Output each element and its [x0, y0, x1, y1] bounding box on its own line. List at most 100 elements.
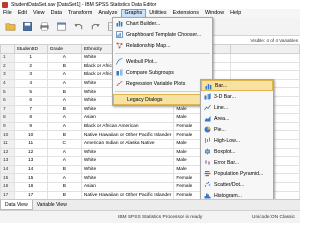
cell-ethnicity[interactable]: Asian [80, 181, 175, 192]
cell-studentid[interactable]: 9 [13, 121, 48, 132]
menu-item-chart-builder[interactable]: Chart Builder... [113, 18, 212, 29]
cell-grade[interactable]: B [46, 104, 82, 115]
cell-studentid[interactable]: 16 [13, 181, 48, 192]
menu-item-compare-subgroups[interactable]: Compare Subgroups [113, 67, 212, 78]
row-number[interactable]: 6 [0, 95, 15, 106]
row-number[interactable]: 15 [0, 173, 15, 183]
menu-data[interactable]: Data [48, 9, 65, 18]
menu-help[interactable]: Help [227, 9, 244, 18]
menu-item-relationship-map[interactable]: Relationship Map... [113, 40, 212, 51]
cell-grade[interactable]: B [46, 164, 82, 175]
cell-empty[interactable] [229, 53, 301, 63]
menu-item-weibull-plot[interactable]: Weibull Plot... [113, 56, 212, 67]
save-icon[interactable] [21, 21, 34, 33]
cell-grade[interactable]: A [46, 78, 82, 89]
row-number[interactable]: 13 [0, 156, 15, 166]
menu-edit[interactable]: Edit [15, 9, 30, 18]
row-number[interactable]: 11 [0, 138, 15, 149]
menu-item-legacy-dialogs[interactable]: Legacy Dialogs ▶ [113, 94, 212, 105]
cell-studentid[interactable]: 7 [13, 104, 48, 115]
cell-ethnicity[interactable]: Asian [80, 113, 175, 123]
regression-plot-icon [116, 80, 123, 87]
row-number[interactable]: 9 [0, 121, 15, 132]
cell-studentid[interactable]: 3 [13, 70, 48, 80]
menu-item-boxplot[interactable]: Boxplot... [201, 146, 273, 157]
cell-ethnicity[interactable]: White [80, 173, 175, 183]
menu-item-pie[interactable]: Pie... [201, 124, 273, 135]
cell-studentid[interactable]: 11 [13, 138, 48, 149]
row-number[interactable]: 12 [0, 147, 15, 158]
cell-grade[interactable]: A [46, 156, 82, 166]
menu-item-graphboard[interactable]: Graphboard Template Chooser... [113, 29, 212, 40]
menu-item-3d-bar[interactable]: 3-D Bar... [201, 91, 273, 102]
pie-chart-icon [204, 126, 211, 133]
row-number[interactable]: 10 [0, 130, 15, 140]
row-number[interactable]: 2 [0, 61, 15, 72]
row-number[interactable]: 3 [0, 70, 15, 80]
cell-studentid[interactable]: 12 [13, 147, 48, 158]
cell-ethnicity[interactable]: White [80, 156, 175, 166]
cell-grade[interactable]: A [46, 147, 82, 158]
menu-item-regression-variable-plots[interactable]: Regression Variable Plots [113, 78, 212, 89]
menu-item-line[interactable]: Line... [201, 102, 273, 113]
menu-item-population-pyramid[interactable]: Population Pyramid... [201, 168, 273, 179]
cell-ethnicity[interactable]: American Indian or Alaska Native [80, 138, 175, 149]
corner-cell[interactable] [0, 44, 15, 54]
menu-item-error-bar[interactable]: Error Bar... [201, 157, 273, 168]
menu-item-area[interactable]: Area... [201, 113, 273, 124]
menu-view[interactable]: View [30, 9, 48, 18]
cell-ethnicity[interactable]: Black or African American [80, 121, 175, 132]
cell-studentid[interactable]: 13 [13, 156, 48, 166]
cell-studentid[interactable]: 1 [13, 53, 48, 63]
cell-grade[interactable]: B [46, 181, 82, 192]
tab-data-view[interactable]: Data View [0, 200, 33, 210]
menu-item-high-low[interactable]: High-Low... [201, 135, 273, 146]
cell-studentid[interactable]: 4 [13, 78, 48, 89]
cell-grade[interactable]: A [46, 70, 82, 80]
cell-grade[interactable]: A [46, 121, 82, 132]
cell-empty[interactable] [229, 61, 301, 72]
row-number[interactable]: 5 [0, 87, 15, 97]
menu-item-scatter-dot[interactable]: Scatter/Dot... [201, 179, 273, 190]
cell-studentid[interactable]: 14 [13, 164, 48, 175]
cell-ethnicity[interactable]: White [80, 104, 175, 115]
row-number[interactable]: 16 [0, 181, 15, 192]
cell-grade[interactable]: B [46, 61, 82, 72]
cell-grade[interactable]: A [46, 95, 82, 106]
menu-item-label: Error Bar... [214, 159, 240, 166]
cell-studentid[interactable]: 15 [13, 173, 48, 183]
cell-studentid[interactable]: 5 [13, 87, 48, 97]
cell-grade[interactable]: A [46, 113, 82, 123]
row-number[interactable]: 14 [0, 164, 15, 175]
cell-ethnicity[interactable]: White [80, 147, 175, 158]
cell-grade[interactable]: B [46, 130, 82, 140]
cell-studentid[interactable]: 2 [13, 61, 48, 72]
redo-icon[interactable] [89, 21, 102, 33]
cell-studentid[interactable]: 6 [13, 95, 48, 106]
cell-studentid[interactable]: 10 [13, 130, 48, 140]
menu-transform[interactable]: Transform [65, 9, 95, 18]
undo-icon[interactable] [72, 21, 85, 33]
column-header-grade[interactable]: Grade [46, 44, 82, 54]
cell-grade[interactable]: A [46, 53, 82, 63]
cell-grade[interactable]: C [46, 138, 82, 149]
menu-item-label: Scatter/Dot... [214, 181, 245, 188]
open-folder-icon[interactable] [4, 21, 17, 33]
cell-grade[interactable]: A [46, 173, 82, 183]
menu-file[interactable]: File [0, 9, 15, 18]
menu-item-bar[interactable]: Bar... [201, 80, 273, 91]
row-number[interactable]: 1 [0, 53, 15, 63]
cell-ethnicity[interactable]: White [80, 164, 175, 175]
cell-studentid[interactable]: 8 [13, 113, 48, 123]
column-header-empty[interactable] [229, 44, 301, 54]
print-icon[interactable] [38, 21, 51, 33]
cell-grade[interactable]: B [46, 87, 82, 97]
column-header-studentid[interactable]: StudentID [13, 44, 48, 54]
cell-ethnicity[interactable]: Native Hawaiian or Other Pacific Islande… [80, 130, 175, 140]
dialog-recall-icon[interactable] [55, 21, 68, 33]
row-number[interactable]: 4 [0, 78, 15, 89]
row-number[interactable]: 8 [0, 113, 15, 123]
tab-variable-view[interactable]: Variable View [33, 200, 71, 210]
row-number[interactable]: 7 [0, 104, 15, 115]
cell-empty[interactable] [229, 70, 301, 80]
